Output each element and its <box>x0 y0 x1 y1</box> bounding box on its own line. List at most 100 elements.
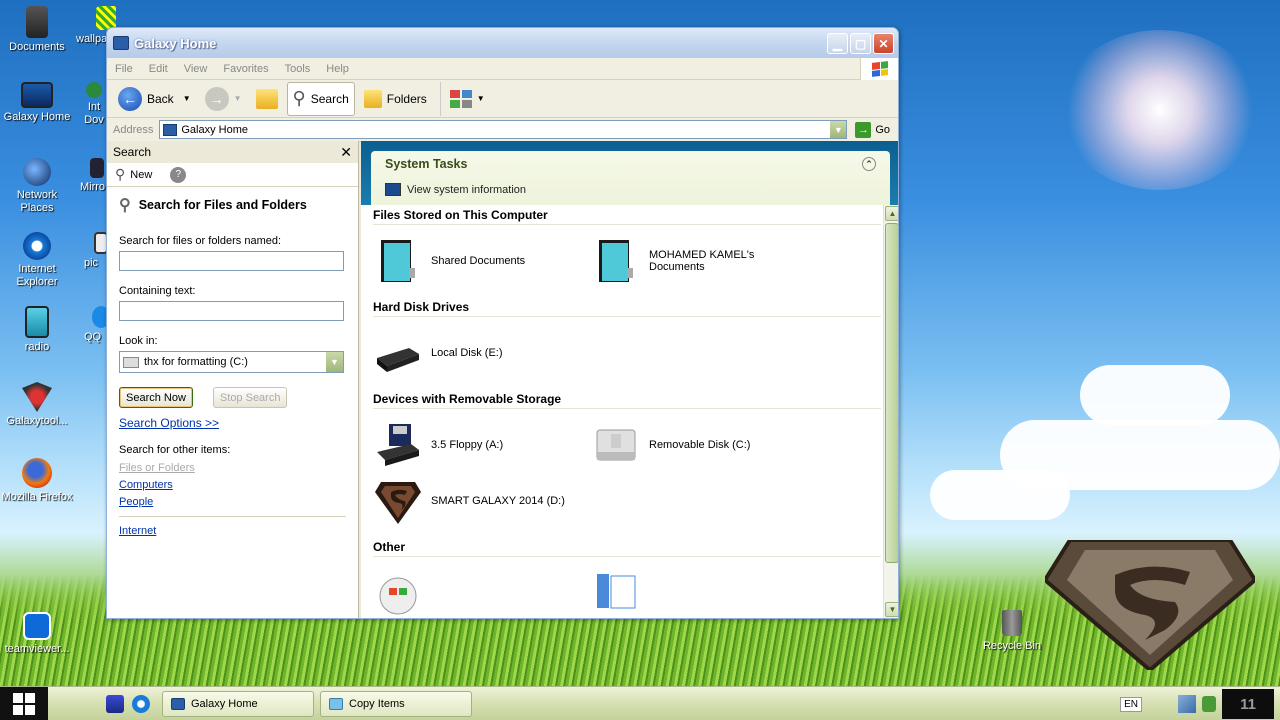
menu-favorites[interactable]: Favorites <box>215 63 276 75</box>
menu-help[interactable]: Help <box>318 63 357 75</box>
up-folder-button[interactable] <box>251 82 283 116</box>
forward-button[interactable]: → ▼ <box>200 82 247 116</box>
list-item[interactable]: Shared Documents <box>373 233 591 289</box>
desktop-icon-qq[interactable]: QQ <box>84 306 106 344</box>
drive-list: Files Stored on This Computer Shared Doc… <box>361 205 881 618</box>
qq-icon <box>92 306 106 328</box>
window-titlebar[interactable]: Galaxy Home ▁ ▢ ✕ <box>107 28 898 58</box>
views-button[interactable]: ▼ <box>439 81 490 116</box>
desktop-icon-galaxytool[interactable]: Galaxytool... <box>0 382 74 428</box>
address-bar: Address Galaxy Home ▼ → Go <box>107 118 898 142</box>
documents-icon <box>26 6 48 38</box>
desktop-icon-internet-download[interactable]: Int Dov <box>82 82 106 127</box>
standard-toolbar: ← Back ▼ → ▼ ⚲ Search Folders ▼ <box>107 80 898 118</box>
shield-tray-icon[interactable] <box>1202 696 1216 712</box>
taskbar: Galaxy Home Copy Items EN 11 <box>0 686 1280 720</box>
scroll-thumb[interactable] <box>885 223 898 563</box>
list-item[interactable] <box>373 565 591 618</box>
menu-edit[interactable]: Edit <box>141 63 176 75</box>
scroll-down-arrow-icon[interactable]: ▼ <box>885 602 898 617</box>
containing-text-input[interactable] <box>119 301 344 321</box>
desktop-icon-galaxy-home[interactable]: Galaxy Home <box>0 82 74 124</box>
search-button[interactable]: ⚲ Search <box>286 81 355 116</box>
back-button[interactable]: ← Back ▼ <box>113 82 196 116</box>
maximize-button[interactable]: ▢ <box>850 33 871 54</box>
hard-disk-icon <box>377 348 419 372</box>
collapse-icon[interactable]: ⌃ <box>862 157 876 171</box>
chevron-down-icon: ▼ <box>476 94 485 103</box>
menu-view[interactable]: View <box>176 63 216 75</box>
quicklaunch-app-icon[interactable] <box>106 694 124 713</box>
search-link-files-folders[interactable]: Files or Folders <box>119 462 346 474</box>
desktop-icon-mirror[interactable]: Mirro <box>80 158 106 194</box>
folder-teal-icon <box>381 240 415 282</box>
scroll-up-arrow-icon[interactable]: ▲ <box>885 206 898 221</box>
clock[interactable]: 11 <box>1222 689 1274 719</box>
help-icon[interactable]: ? <box>170 166 187 183</box>
task-band: System Tasks ⌃ View system information <box>361 141 898 205</box>
stop-search-button[interactable]: Stop Search <box>212 387 288 408</box>
chevron-down-icon: ▼ <box>233 94 242 103</box>
back-arrow-icon: ← <box>118 86 142 111</box>
desktop-icon-recycle-bin[interactable]: Recycle Bin <box>980 610 1044 652</box>
list-item[interactable]: Removable Disk (C:) <box>591 417 809 473</box>
list-item[interactable] <box>591 565 809 618</box>
desktop-icon-pictures[interactable]: pic <box>84 232 106 270</box>
folders-icon <box>363 89 382 108</box>
minimize-button[interactable]: ▁ <box>827 33 848 54</box>
desktop-icon-radio[interactable]: radio <box>0 306 74 354</box>
list-item[interactable]: Local Disk (E:) <box>373 325 591 381</box>
pictures-icon <box>94 232 106 254</box>
desktop-icon-internet-explorer[interactable]: Internet Explorer <box>0 232 74 289</box>
go-button[interactable]: → Go <box>851 121 894 138</box>
quicklaunch-ie-icon[interactable] <box>132 694 150 713</box>
group-header: Files Stored on This Computer <box>373 205 881 225</box>
menu-tools[interactable]: Tools <box>277 63 319 75</box>
desktop-icon-teamviewer[interactable]: teamviewer... <box>0 612 74 656</box>
desktop-icon-network-places[interactable]: Network Places <box>0 158 74 215</box>
desktop-icon-firefox[interactable]: Mozilla Firefox <box>0 458 74 504</box>
galaxytool-icon <box>22 382 52 412</box>
system-task-view-info[interactable]: View system information <box>385 183 876 196</box>
language-indicator[interactable]: EN <box>1120 696 1142 712</box>
list-item[interactable]: 3.5 Floppy (A:) <box>373 417 591 473</box>
look-in-select[interactable]: thx for formatting (C:) ▼ <box>119 351 344 373</box>
new-search-button[interactable]: ⚲ New <box>115 166 152 183</box>
address-label: Address <box>113 123 154 136</box>
taskbar-item-galaxy-home[interactable]: Galaxy Home <box>162 690 314 717</box>
mirror-icon <box>90 158 104 178</box>
search-heading: ⚲ Search for Files and Folders <box>119 197 307 214</box>
close-button[interactable]: ✕ <box>873 33 894 54</box>
search-options-link[interactable]: Search Options >> <box>119 416 346 430</box>
search-link-people[interactable]: People <box>119 496 346 508</box>
address-input[interactable]: Galaxy Home ▼ <box>159 120 848 139</box>
computer-icon <box>21 82 53 108</box>
group-header: Other <box>373 537 881 557</box>
search-now-button[interactable]: Search Now <box>119 387 193 408</box>
address-dropdown-button[interactable]: ▼ <box>830 121 847 138</box>
search-link-internet[interactable]: Internet <box>119 525 346 537</box>
taskbar-item-copy-items[interactable]: Copy Items <box>320 690 472 717</box>
ie-icon <box>23 232 51 260</box>
close-icon[interactable]: ✕ <box>340 144 352 161</box>
start-button[interactable] <box>0 686 48 720</box>
network-tray-icon[interactable] <box>1178 695 1196 713</box>
recycle-bin-icon <box>1002 610 1022 636</box>
folders-button[interactable]: Folders <box>359 82 432 116</box>
file-name-input[interactable] <box>119 251 344 271</box>
superman-drive-icon <box>375 482 421 524</box>
chevron-down-icon[interactable]: ▼ <box>183 94 191 103</box>
search-link-computers[interactable]: Computers <box>119 479 346 491</box>
containing-label: Containing text: <box>119 285 196 297</box>
list-item[interactable]: MOHAMED KAMEL's Documents <box>591 233 809 289</box>
go-arrow-icon: → <box>855 121 872 138</box>
group-header: Devices with Removable Storage <box>373 389 881 409</box>
vertical-scrollbar[interactable]: ▲ ▼ <box>883 205 898 618</box>
menu-file[interactable]: File <box>107 63 141 75</box>
desktop-icon-documents[interactable]: Documents <box>0 6 74 54</box>
look-in-dropdown-button[interactable]: ▼ <box>326 352 343 372</box>
windows-logo-icon <box>860 58 898 80</box>
other-items-label: Search for other items: <box>119 444 231 456</box>
group-header: Hard Disk Drives <box>373 297 881 317</box>
list-item[interactable]: SMART GALAXY 2014 (D:) <box>373 473 591 529</box>
